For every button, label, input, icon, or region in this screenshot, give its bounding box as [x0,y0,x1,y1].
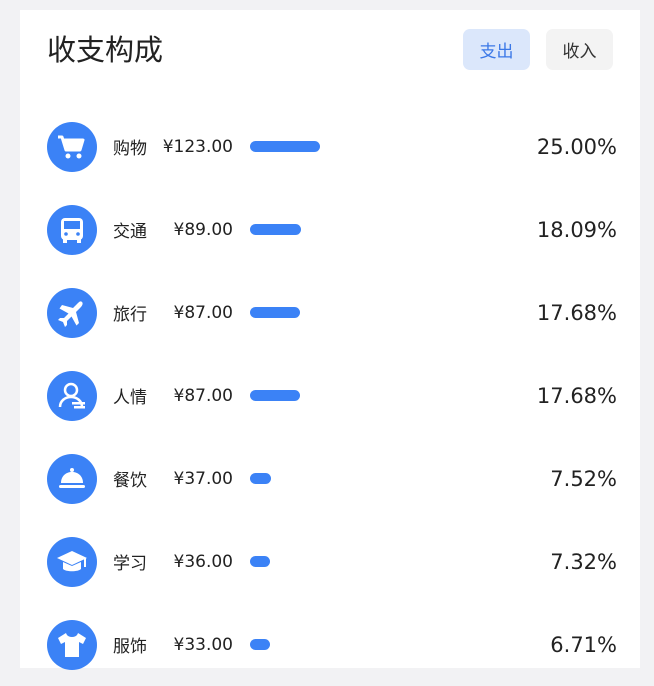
category-name: 交通 [113,222,147,242]
category-percent: 17.68% [536,383,617,408]
ratio-bar [250,141,320,152]
category-amount: ¥87.00 [173,385,233,406]
category-percent: 7.32% [550,549,617,574]
ratio-bar-track [250,141,450,152]
ratio-bar [250,224,301,235]
category-amount: ¥123.00 [162,136,233,157]
tab-expense[interactable]: 支出 [463,29,530,70]
list-item[interactable]: 人情 ¥87.00 17.68% [47,354,617,437]
ratio-bar-track [250,224,450,235]
ratio-bar-track [250,639,450,650]
category-name: 购物 [113,139,147,159]
ratio-bar [250,473,271,484]
category-name: 旅行 [113,305,147,325]
category-amount: ¥36.00 [173,551,233,572]
person-hand-icon [47,370,97,421]
category-amount: ¥87.00 [173,302,233,323]
category-amount: ¥89.00 [173,219,233,240]
type-tabs: 支出 收入 [463,29,613,70]
card-header: 收支构成 支出 收入 [47,29,613,92]
page-title: 收支构成 [47,33,164,67]
airplane-icon [47,287,97,338]
ratio-bar [250,556,270,567]
category-percent: 6.71% [550,632,617,657]
category-name: 餐饮 [113,471,147,491]
category-percent: 7.52% [550,466,617,491]
bus-icon [47,204,97,255]
tab-income[interactable]: 收入 [546,29,613,70]
composition-card: 收支构成 支出 收入 购物 ¥123.00 25.00% 交通 ¥89.00 1… [20,10,640,670]
ratio-bar [250,639,270,650]
category-percent: 25.00% [536,134,617,159]
tshirt-icon [47,619,97,670]
ratio-bar-track [250,473,450,484]
category-amount: ¥33.00 [173,634,233,655]
list-item[interactable]: 餐饮 ¥37.00 7.52% [47,437,617,520]
shopping-cart-icon [47,121,97,172]
ratio-bar-track [250,307,450,318]
list-item[interactable]: 旅行 ¥87.00 17.68% [47,271,617,354]
category-percent: 18.09% [536,217,617,242]
list-item[interactable]: 交通 ¥89.00 18.09% [47,188,617,271]
ratio-bar-track [250,556,450,567]
list-item[interactable]: 学习 ¥36.00 7.32% [47,520,617,603]
category-name: 学习 [113,554,147,574]
list-item[interactable]: 购物 ¥123.00 25.00% [47,105,617,188]
ratio-bar-track [250,390,450,401]
ratio-bar [250,390,300,401]
category-list: 购物 ¥123.00 25.00% 交通 ¥89.00 18.09% 旅行 ¥8… [47,105,617,686]
category-name: 人情 [113,388,147,408]
category-amount: ¥37.00 [173,468,233,489]
graduation-cap-icon [47,536,97,587]
category-name: 服饰 [113,637,147,657]
food-cloche-icon [47,453,97,504]
ratio-bar [250,307,300,318]
category-percent: 17.68% [536,300,617,325]
